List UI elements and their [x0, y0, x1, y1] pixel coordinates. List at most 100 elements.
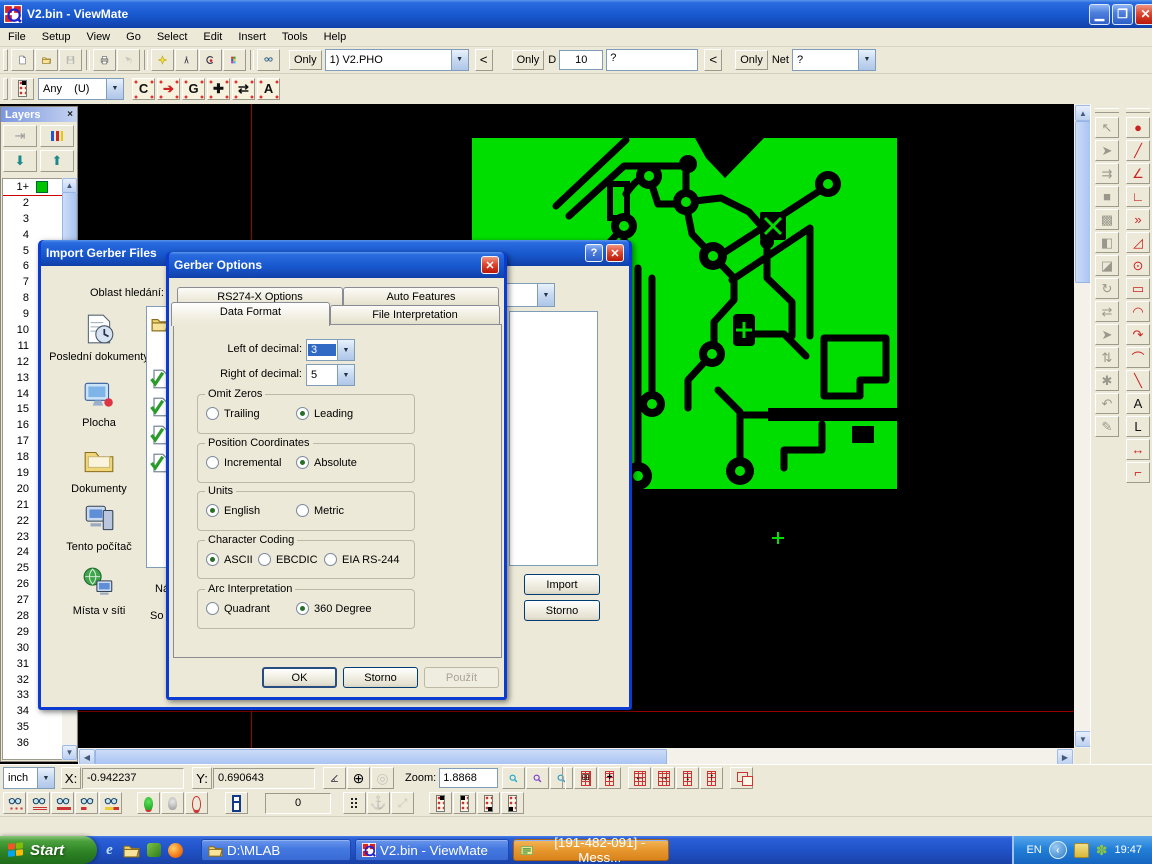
radio-ebcdic[interactable]: EBCDIC — [258, 553, 318, 566]
grid-dots-button[interactable] — [343, 792, 366, 814]
menu-item[interactable]: Setup — [34, 29, 79, 45]
layers-panel-titlebar[interactable]: Layers × — [1, 107, 77, 122]
dialog-close-button[interactable]: ✕ — [606, 244, 624, 262]
filter-text[interactable]: A — [257, 78, 280, 100]
view-flash-button[interactable] — [151, 49, 174, 71]
menu-item[interactable]: Edit — [195, 29, 230, 45]
save-file-button[interactable] — [59, 49, 82, 71]
view-layers-button[interactable] — [27, 792, 50, 814]
canvas-vscrollbar[interactable]: ▲ ▼ — [1074, 104, 1090, 748]
filter-swap[interactable]: ⇄ — [232, 78, 255, 100]
radio-ascii[interactable]: ASCII — [206, 553, 253, 566]
tool-spread[interactable]: ⇅ — [1095, 347, 1119, 368]
task-viewmate[interactable]: V2.bin - ViewMate — [355, 839, 509, 861]
scroll-up-icon[interactable]: ▲ — [62, 178, 77, 193]
layer-color-swatch[interactable] — [36, 721, 48, 733]
only-dcode-toggle[interactable]: Only — [512, 50, 545, 70]
filter-trace-arrow[interactable]: ➔ — [157, 78, 180, 100]
layer-color-swatch[interactable] — [36, 197, 48, 209]
open-file-button[interactable] — [35, 49, 58, 71]
dialog-help-button[interactable]: ? — [585, 244, 603, 262]
tray-notes-icon[interactable] — [1074, 843, 1089, 858]
dcode-film-button[interactable] — [199, 49, 222, 71]
draw-text[interactable]: A — [1126, 393, 1150, 414]
radio-icon[interactable] — [206, 504, 219, 517]
import-preview-list[interactable] — [509, 311, 598, 566]
language-indicator[interactable]: EN — [1026, 844, 1041, 856]
restore-button[interactable]: ❐ — [1112, 4, 1133, 25]
menu-item[interactable]: Go — [118, 29, 149, 45]
new-file-button[interactable] — [11, 49, 34, 71]
draw-label-l[interactable]: L — [1126, 416, 1150, 437]
radio-icon[interactable] — [206, 602, 219, 615]
task-message[interactable]: [191-482-091] - Mess... — [513, 839, 669, 861]
draw-arc-pen[interactable]: ⌒ — [1126, 347, 1150, 368]
tool-copy[interactable]: ⇉ — [1095, 163, 1119, 184]
radio-eia-rs244[interactable]: EIA RS-244 — [324, 553, 399, 566]
radio-360-degree[interactable]: 360 Degree — [296, 602, 372, 615]
draw-sketch[interactable]: ╲ — [1126, 370, 1150, 391]
import-cancel-button[interactable]: Storno — [524, 600, 600, 621]
relative-origin-button[interactable]: ◎ — [371, 767, 394, 789]
menu-item[interactable]: Help — [316, 29, 355, 45]
filter-pad[interactable]: ✚ — [207, 78, 230, 100]
menu-item[interactable]: Select — [149, 29, 196, 45]
chevron-down-icon[interactable]: ▼ — [451, 50, 468, 70]
print-button[interactable] — [93, 49, 116, 71]
only-layer-toggle[interactable]: Only — [289, 50, 322, 70]
radio-icon[interactable] — [206, 407, 219, 420]
radio-icon[interactable] — [258, 553, 271, 566]
aperture-flash-button[interactable] — [429, 792, 452, 814]
tray-collapse-icon[interactable]: ‹ — [1049, 841, 1067, 859]
stretch-button[interactable]: ⤢ — [391, 792, 414, 814]
radio-trailing[interactable]: Trailing — [206, 407, 260, 420]
chevron-down-icon[interactable]: ▼ — [337, 340, 354, 360]
layer-color-swatch[interactable] — [36, 213, 48, 225]
radio-absolute[interactable]: Absolute — [296, 456, 357, 469]
net-combo[interactable]: ? ▼ — [792, 49, 876, 71]
draw-dimension[interactable]: ↔ — [1126, 439, 1150, 460]
zoom-input[interactable]: 1.8868 — [439, 768, 498, 788]
tool-mirror-v[interactable]: ◪ — [1095, 255, 1119, 276]
radio-icon[interactable] — [296, 602, 309, 615]
draw-pad-corner[interactable]: ∟ — [1126, 186, 1150, 207]
toolbar-grip[interactable] — [3, 49, 8, 71]
view-film-box-button[interactable]: ▯▯ — [574, 767, 597, 789]
place-network[interactable]: Místa v síti — [47, 566, 151, 617]
import-button[interactable]: Import — [524, 574, 600, 595]
tool-rotate[interactable]: ↻ — [1095, 278, 1119, 299]
draw-corner[interactable]: ∠ — [1126, 163, 1150, 184]
zoom-grid-button[interactable] — [526, 767, 549, 789]
view-normal-button[interactable] — [3, 792, 26, 814]
close-button[interactable]: ✕ — [1135, 4, 1152, 25]
layer-color-swatch[interactable] — [36, 229, 48, 241]
radio-icon[interactable] — [206, 553, 219, 566]
quicklaunch-firefox-icon[interactable] — [166, 841, 185, 860]
radio-icon[interactable] — [296, 456, 309, 469]
draw-round-pad[interactable]: ● — [1126, 117, 1150, 138]
layer-stack-button[interactable] — [40, 125, 74, 147]
aperture-region-button[interactable] — [501, 792, 524, 814]
scroll-left-icon[interactable]: ◀ — [79, 749, 95, 765]
highlight-clear-button[interactable] — [185, 792, 208, 814]
dialog-close-button[interactable]: ✕ — [481, 256, 499, 274]
view-all-films-button[interactable] — [257, 49, 280, 71]
chevron-down-icon[interactable]: ▼ — [858, 50, 875, 70]
view-extents-button[interactable]: + — [598, 767, 621, 789]
vscroll-thumb[interactable] — [1075, 121, 1091, 283]
radio-icon[interactable] — [324, 553, 337, 566]
tool-move[interactable]: ➤ — [1095, 140, 1119, 161]
highlight-on-button[interactable] — [137, 792, 160, 814]
scroll-down-icon[interactable]: ▼ — [62, 745, 77, 760]
start-button[interactable]: Start — [0, 836, 97, 864]
task-mlab-folder[interactable]: D:\MLAB — [201, 839, 351, 861]
tool-undo[interactable]: ↶ — [1095, 393, 1119, 414]
overlay-compare-button[interactable] — [730, 767, 753, 789]
canvas-hscrollbar[interactable]: ◀ ▶ — [78, 748, 1074, 764]
gerber-options-titlebar[interactable]: Gerber Options ✕ — [169, 252, 504, 278]
scroll-up-icon[interactable]: ▲ — [1075, 105, 1091, 121]
radio-icon[interactable] — [296, 407, 309, 420]
menu-item[interactable]: File — [0, 29, 34, 45]
draw-triangle[interactable]: ◿ — [1126, 232, 1150, 253]
tool-fill-pattern[interactable]: ▩ — [1095, 209, 1119, 230]
